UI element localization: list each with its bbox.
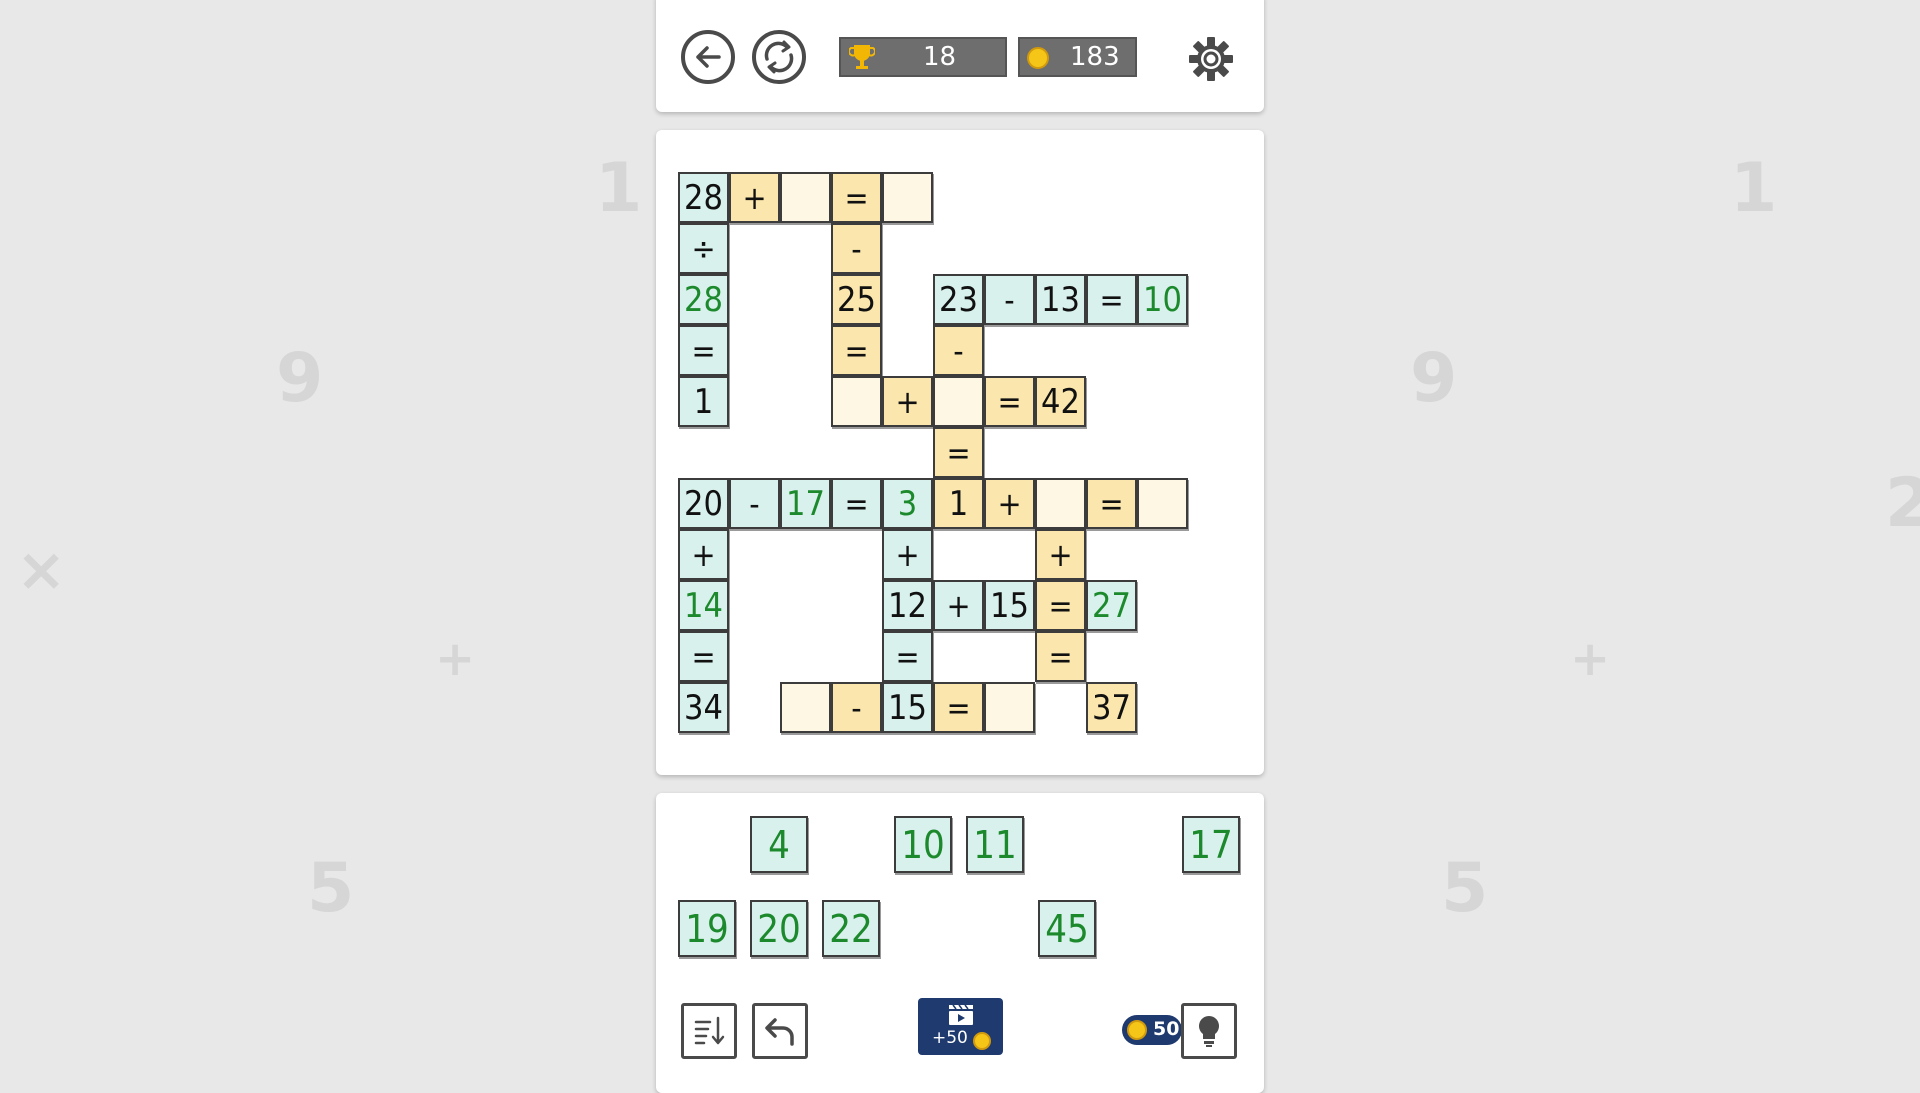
sort-icon	[694, 1016, 725, 1045]
trophy-counter: 18	[839, 37, 1007, 77]
bg-symbol: 9	[1410, 339, 1458, 418]
empty-slot[interactable]	[780, 682, 831, 733]
restart-button[interactable]	[752, 30, 806, 84]
number-tile[interactable]: 45	[1038, 900, 1096, 957]
arrow-left-icon	[696, 46, 721, 68]
trophy-count: 18	[923, 42, 957, 72]
operator-cell: +	[933, 580, 984, 631]
trophy-icon	[849, 45, 875, 69]
bg-symbol: +	[1570, 631, 1611, 687]
watch-video-button[interactable]: +50	[918, 998, 1003, 1055]
empty-slot[interactable]	[882, 172, 933, 223]
lightbulb-icon	[1199, 1016, 1219, 1047]
video-reward-icon	[949, 1004, 973, 1025]
empty-slot[interactable]	[780, 172, 831, 223]
operator-cell: =	[882, 631, 933, 682]
video-reward-label: +50	[932, 1028, 968, 1048]
operator-cell: =	[1086, 478, 1137, 529]
operator-cell: =	[984, 376, 1035, 427]
operator-cell: +	[984, 478, 1035, 529]
number-cell: 10	[1137, 274, 1188, 325]
bg-symbol: 2	[1885, 464, 1920, 543]
number-cell: 15	[984, 580, 1035, 631]
operator-cell: -	[933, 325, 984, 376]
sort-button[interactable]	[681, 1003, 737, 1059]
operator-cell: =	[1086, 274, 1137, 325]
number-cell: 3	[882, 478, 933, 529]
empty-slot[interactable]	[984, 682, 1035, 733]
operator-cell: -	[831, 223, 882, 274]
number-tile[interactable]: 20	[750, 900, 808, 957]
undo-icon	[765, 1018, 794, 1046]
number-tile[interactable]: 4	[750, 816, 808, 873]
number-cell: 1	[933, 478, 984, 529]
restart-icon	[764, 40, 794, 74]
operator-cell: =	[678, 631, 729, 682]
operator-cell: =	[678, 325, 729, 376]
hint-button[interactable]	[1181, 1003, 1237, 1059]
operator-cell: -	[831, 682, 882, 733]
operator-cell: =	[1035, 631, 1086, 682]
settings-button[interactable]	[1186, 34, 1236, 88]
operator-cell: =	[933, 682, 984, 733]
number-cell: 23	[933, 274, 984, 325]
operator-cell: ÷	[678, 223, 729, 274]
top-bar: 18 183	[656, 0, 1264, 112]
bg-symbol: 5	[307, 849, 355, 928]
number-tile[interactable]: 11	[966, 816, 1024, 873]
empty-slot[interactable]	[1137, 478, 1188, 529]
number-cell: 15	[882, 682, 933, 733]
number-cell: 13	[1035, 274, 1086, 325]
back-button[interactable]	[681, 30, 735, 84]
empty-slot[interactable]	[1035, 478, 1086, 529]
number-tile[interactable]: 22	[822, 900, 880, 957]
coin-icon	[973, 1032, 991, 1050]
number-cell: 42	[1035, 376, 1086, 427]
operator-cell: -	[984, 274, 1035, 325]
operator-cell: =	[831, 172, 882, 223]
operator-cell: +	[882, 529, 933, 580]
operator-cell: -	[729, 478, 780, 529]
undo-button[interactable]	[752, 1003, 808, 1059]
operator-cell: +	[678, 529, 729, 580]
coin-icon	[1027, 47, 1049, 69]
number-cell: 28	[678, 172, 729, 223]
number-cell: 37	[1086, 682, 1137, 733]
operator-cell: =	[933, 427, 984, 478]
number-cell: 14	[678, 580, 729, 631]
operator-cell: =	[831, 478, 882, 529]
bg-symbol: +	[435, 631, 476, 687]
number-cell: 12	[882, 580, 933, 631]
hint-cost-badge[interactable]: 50	[1122, 1015, 1182, 1045]
empty-slot[interactable]	[933, 376, 984, 427]
number-tile[interactable]: 17	[1182, 816, 1240, 873]
number-cell: 34	[678, 682, 729, 733]
number-tile[interactable]: 19	[678, 900, 736, 957]
puzzle-board: 28 + = ÷ -28 25 23-13 = 10 = = -1 + = 42 = 20-17 = 3 1 + = + + +…	[656, 130, 1264, 775]
bg-symbol: 1	[1730, 149, 1778, 228]
number-tray: 4 10 11 17 19 20 22 45 +50 50	[656, 793, 1264, 1093]
number-cell: 25	[831, 274, 882, 325]
number-cell: 1	[678, 376, 729, 427]
empty-slot[interactable]	[831, 376, 882, 427]
bg-symbol: ×	[16, 535, 67, 605]
gear-icon	[1189, 37, 1233, 81]
bg-symbol: 9	[276, 339, 324, 418]
operator-cell: +	[882, 376, 933, 427]
operator-cell: +	[729, 172, 780, 223]
coin-count: 183	[1070, 42, 1120, 72]
operator-cell: =	[1035, 580, 1086, 631]
bg-symbol: 1	[595, 149, 643, 228]
number-cell: 20	[678, 478, 729, 529]
coin-icon	[1127, 1020, 1147, 1040]
number-cell: 27	[1086, 580, 1137, 631]
hint-cost: 50	[1153, 1018, 1180, 1040]
coin-counter: 183	[1018, 37, 1137, 77]
operator-cell: =	[831, 325, 882, 376]
bg-symbol: 5	[1441, 849, 1489, 928]
operator-cell: +	[1035, 529, 1086, 580]
number-cell: 17	[780, 478, 831, 529]
number-tile[interactable]: 10	[894, 816, 952, 873]
number-cell: 28	[678, 274, 729, 325]
